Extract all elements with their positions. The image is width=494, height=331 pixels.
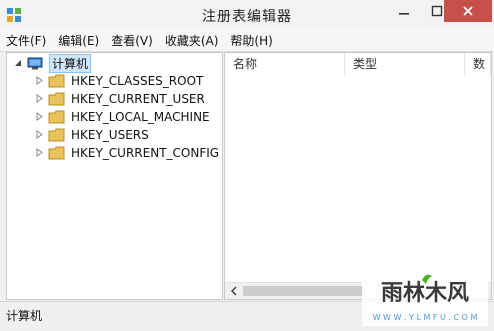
- tree-item-label: HKEY_LOCAL_MACHINE: [71, 109, 210, 124]
- folder-icon: [48, 146, 65, 159]
- menu-favorites[interactable]: 收藏夹(A): [159, 32, 225, 49]
- expand-icon[interactable]: [35, 94, 45, 104]
- expand-icon[interactable]: [35, 148, 45, 158]
- scrollbar-thumb[interactable]: [243, 286, 363, 296]
- tree-item-label: HKEY_CURRENT_CONFIG: [71, 145, 220, 160]
- status-path: 计算机: [6, 309, 43, 323]
- collapse-icon[interactable]: [13, 59, 23, 69]
- expand-icon[interactable]: [35, 130, 45, 140]
- tree-item-label: HKEY_USERS: [71, 127, 149, 142]
- minimize-button[interactable]: [384, 0, 424, 22]
- ylmf-watermark-logo: 雨林木风 W W W . Y L M F U . C O M: [362, 270, 488, 326]
- tree-item-hkcc[interactable]: HKEY_CURRENT_CONFIG: [35, 144, 219, 161]
- svg-text:W W W . Y L M F U . C O M: W W W . Y L M F U . C O M: [373, 313, 478, 322]
- minimize-icon: [399, 13, 409, 15]
- title-bar: 注册表编辑器: [0, 0, 494, 31]
- tree-item-hkcr[interactable]: HKEY_CLASSES_ROOT: [35, 72, 203, 89]
- expand-icon[interactable]: [35, 76, 45, 86]
- close-button[interactable]: [444, 0, 492, 22]
- menu-help[interactable]: 帮助(H): [224, 32, 278, 49]
- folder-icon: [48, 74, 65, 87]
- menu-bar: 文件(F) 编辑(E) 查看(V) 收藏夹(A) 帮助(H): [0, 30, 494, 52]
- tree-root-label: 计算机: [49, 54, 92, 73]
- column-header-type[interactable]: 类型: [345, 53, 465, 75]
- column-header-name[interactable]: 名称: [225, 53, 345, 75]
- tree-item-computer[interactable]: 计算机: [13, 54, 92, 73]
- tree-item-label: HKEY_CURRENT_USER: [71, 91, 205, 106]
- maximize-icon: [431, 5, 443, 17]
- svg-text:雨林木风: 雨林木风: [381, 281, 469, 306]
- folder-icon: [48, 128, 65, 141]
- values-list[interactable]: 名称 类型 数: [224, 52, 492, 300]
- scroll-left-arrow-icon[interactable]: [229, 285, 239, 297]
- tree-item-hkcu[interactable]: HKEY_CURRENT_USER: [35, 90, 205, 107]
- menu-view[interactable]: 查看(V): [105, 32, 159, 49]
- tree-item-hklm[interactable]: HKEY_LOCAL_MACHINE: [35, 108, 210, 125]
- column-header-data[interactable]: 数: [465, 53, 491, 75]
- tree-item-hku[interactable]: HKEY_USERS: [35, 126, 149, 143]
- close-icon: [463, 6, 473, 16]
- registry-tree[interactable]: 计算机 HKEY_CLASSES_ROOT HKEY_CURRENT_USER …: [6, 52, 223, 300]
- folder-icon: [48, 110, 65, 123]
- tree-item-label: HKEY_CLASSES_ROOT: [71, 73, 204, 88]
- menu-file[interactable]: 文件(F): [0, 32, 52, 49]
- expand-icon[interactable]: [35, 112, 45, 122]
- computer-icon: [27, 57, 43, 69]
- menu-edit[interactable]: 编辑(E): [52, 32, 105, 49]
- folder-icon: [48, 92, 65, 105]
